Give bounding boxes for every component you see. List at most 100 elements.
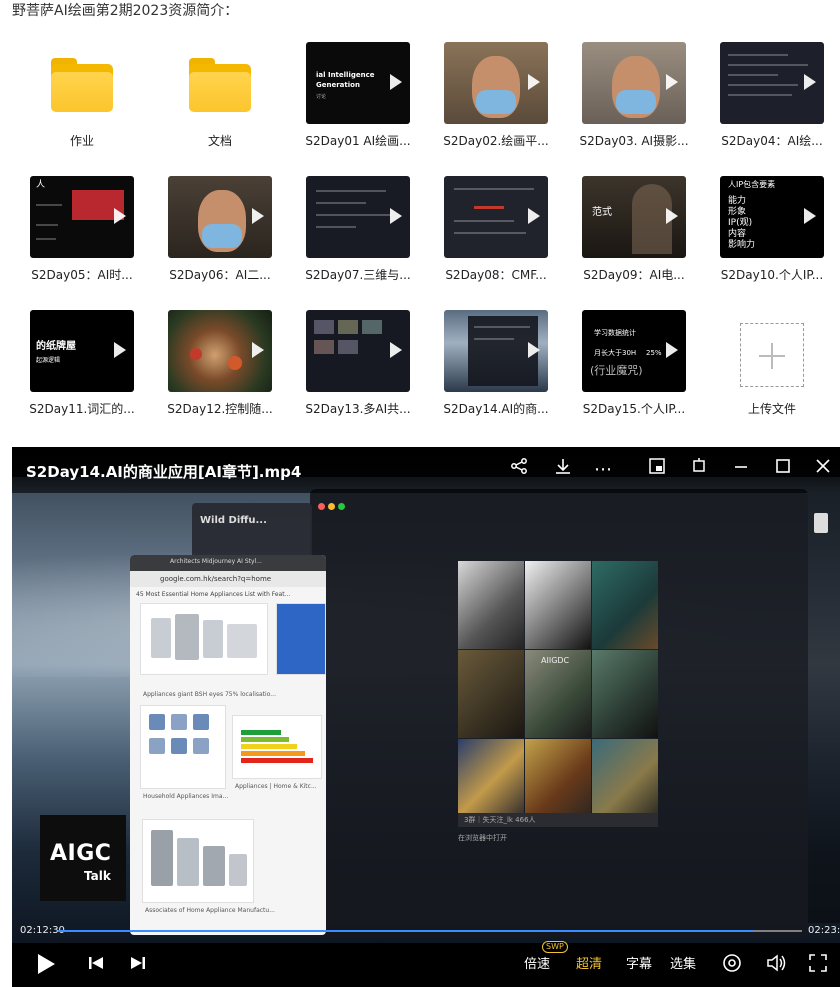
subtitle-button[interactable]: 字幕: [626, 953, 652, 972]
swp-badge: SWP: [542, 941, 568, 953]
play-icon: [114, 342, 126, 358]
player-top-bar: S2Day14.AI的商业应用[AI章节].mp4 ⋯: [12, 447, 840, 493]
window-title: Wild Diffu...: [200, 515, 267, 526]
video-thumbnail: 人IP包含要素 能力 形象 IP(观) 内容 影响力: [720, 176, 824, 258]
face-mask: [616, 90, 656, 114]
play-icon: [804, 208, 816, 224]
total-time: 02:23:4: [808, 925, 840, 936]
thumb-text: 人: [36, 180, 46, 190]
video-thumbnail: ial Intelligence Generation 讨论: [306, 42, 410, 124]
volume-icon[interactable]: [766, 953, 788, 977]
play-icon: [390, 342, 402, 358]
sidebar-panel: [808, 493, 840, 923]
card-caption: Appliances giant BSH eyes 75% localisati…: [143, 691, 276, 698]
thumb-text: Generation: [316, 81, 360, 89]
play-icon: [666, 342, 678, 358]
folder-icon: [189, 58, 251, 112]
pin-icon[interactable]: [686, 457, 712, 483]
image-card: Appliances giant BSH eyes 75% localisati…: [140, 603, 276, 698]
play-icon: [390, 74, 402, 90]
play-icon: [528, 342, 540, 358]
app-window: Wild Diffu...: [192, 503, 312, 563]
quality-button[interactable]: 超清: [576, 953, 602, 972]
next-button[interactable]: [130, 955, 146, 975]
fullscreen-icon[interactable]: [808, 953, 828, 977]
upload-label: 上传文件: [747, 402, 796, 416]
thumb-text: ial Intelligence: [316, 71, 375, 79]
browser-heading: 45 Most Essential Home Appliances List w…: [136, 591, 291, 598]
thumb-text: 人IP包含要素: [728, 180, 776, 189]
browser-tab: Architects Midjourney AI Styl...: [170, 558, 262, 565]
pip-icon[interactable]: [644, 457, 670, 483]
image-card: Appliances | Home & Kitc...: [232, 715, 322, 790]
settings-icon[interactable]: [722, 953, 742, 977]
thumb-text: 的纸牌屋: [36, 341, 76, 352]
thumb-text: 影响力: [728, 240, 756, 250]
ai-art-grid: AIIGDC: [458, 561, 658, 827]
video-thumbnail: [168, 176, 272, 258]
speed-button[interactable]: 倍速: [524, 953, 550, 972]
face-mask: [202, 224, 242, 248]
folder-icon: [51, 58, 113, 112]
video-thumbnail: [582, 42, 686, 124]
minimize-icon[interactable]: [728, 457, 754, 483]
card-caption: Household Appliances Ima...: [143, 793, 229, 800]
close-icon[interactable]: [810, 457, 836, 483]
maximize-icon[interactable]: [770, 457, 796, 483]
thumb-text: 形象: [728, 207, 747, 217]
thumb-text: 内容: [728, 229, 747, 239]
face-mask: [476, 90, 516, 114]
browser-window: Architects Midjourney AI Styl... google.…: [130, 555, 326, 935]
thumb-text: 讨论: [316, 94, 327, 100]
play-icon: [252, 208, 264, 224]
thumb-text: 能力: [728, 196, 747, 206]
share-icon[interactable]: [506, 457, 532, 483]
download-icon[interactable]: [550, 457, 576, 483]
logo-text: AIGC: [50, 841, 112, 866]
image-card: Associates of Home Appliance Manufactu..…: [142, 819, 275, 914]
upload-button[interactable]: [740, 323, 804, 387]
progress-fill: [58, 930, 754, 932]
file-grid: 作业 文档 ial Intelligence Generation 讨论 S2D…: [0, 0, 840, 440]
video-thumbnail: [444, 42, 548, 124]
video-thumbnail: 人: [30, 176, 134, 258]
video-player[interactable]: Wild Diffu... Architects Midjourney AI S…: [12, 447, 840, 987]
card-caption: Associates of Home Appliance Manufactu..…: [145, 907, 275, 914]
more-icon[interactable]: ⋯: [590, 457, 616, 483]
thumb-text: (行业魔咒): [590, 364, 643, 377]
video-thumbnail: [720, 42, 824, 124]
play-icon: [528, 74, 540, 90]
previous-button[interactable]: [88, 955, 104, 975]
video-thumbnail: [444, 176, 548, 258]
thumb-text: 起源逻辑: [36, 357, 61, 364]
aigc-logo: AIGC Talk: [40, 815, 126, 901]
episodes-button[interactable]: 选集: [670, 953, 696, 972]
play-icon: [804, 74, 816, 90]
art-footer: 3群｜失天注_lk 466人: [458, 813, 658, 827]
video-thumbnail: 的纸牌屋 起源逻辑: [30, 310, 134, 392]
browser-address: google.com.hk/search?q=home: [130, 571, 326, 587]
item-label: S2Day04：AI绘...: [721, 134, 823, 148]
thumb-text: 范式: [592, 207, 612, 218]
play-icon: [390, 208, 402, 224]
thumb-text: 月长大于30H: [594, 349, 637, 357]
video-thumbnail: 范式: [582, 176, 686, 258]
video-title: S2Day14.AI的商业应用[AI章节].mp4: [26, 463, 302, 481]
player-controls: SWP 倍速 超清 字幕 选集: [12, 941, 840, 987]
play-icon: [528, 208, 540, 224]
thumb-text: 25%: [646, 349, 662, 357]
logo-subtext: Talk: [84, 869, 111, 883]
play-icon: [114, 208, 126, 224]
play-icon: [666, 74, 678, 90]
progress-bar[interactable]: [58, 930, 802, 932]
image-card: Household Appliances Ima...: [140, 705, 228, 800]
play-button[interactable]: [36, 953, 56, 979]
video-thumbnail: [168, 310, 272, 392]
item-label: S2Day10.个人IP...: [720, 268, 824, 282]
video-thumbnail: 学习数据统计 月长大于30H 25% (行业魔咒): [582, 310, 686, 392]
video-thumbnail: [444, 310, 548, 392]
thumb-text: 学习数据统计: [594, 329, 636, 337]
plus-icon: [771, 343, 773, 369]
open-in-browser-link[interactable]: 在浏览器中打开: [458, 833, 507, 843]
video-thumbnail: [306, 310, 410, 392]
